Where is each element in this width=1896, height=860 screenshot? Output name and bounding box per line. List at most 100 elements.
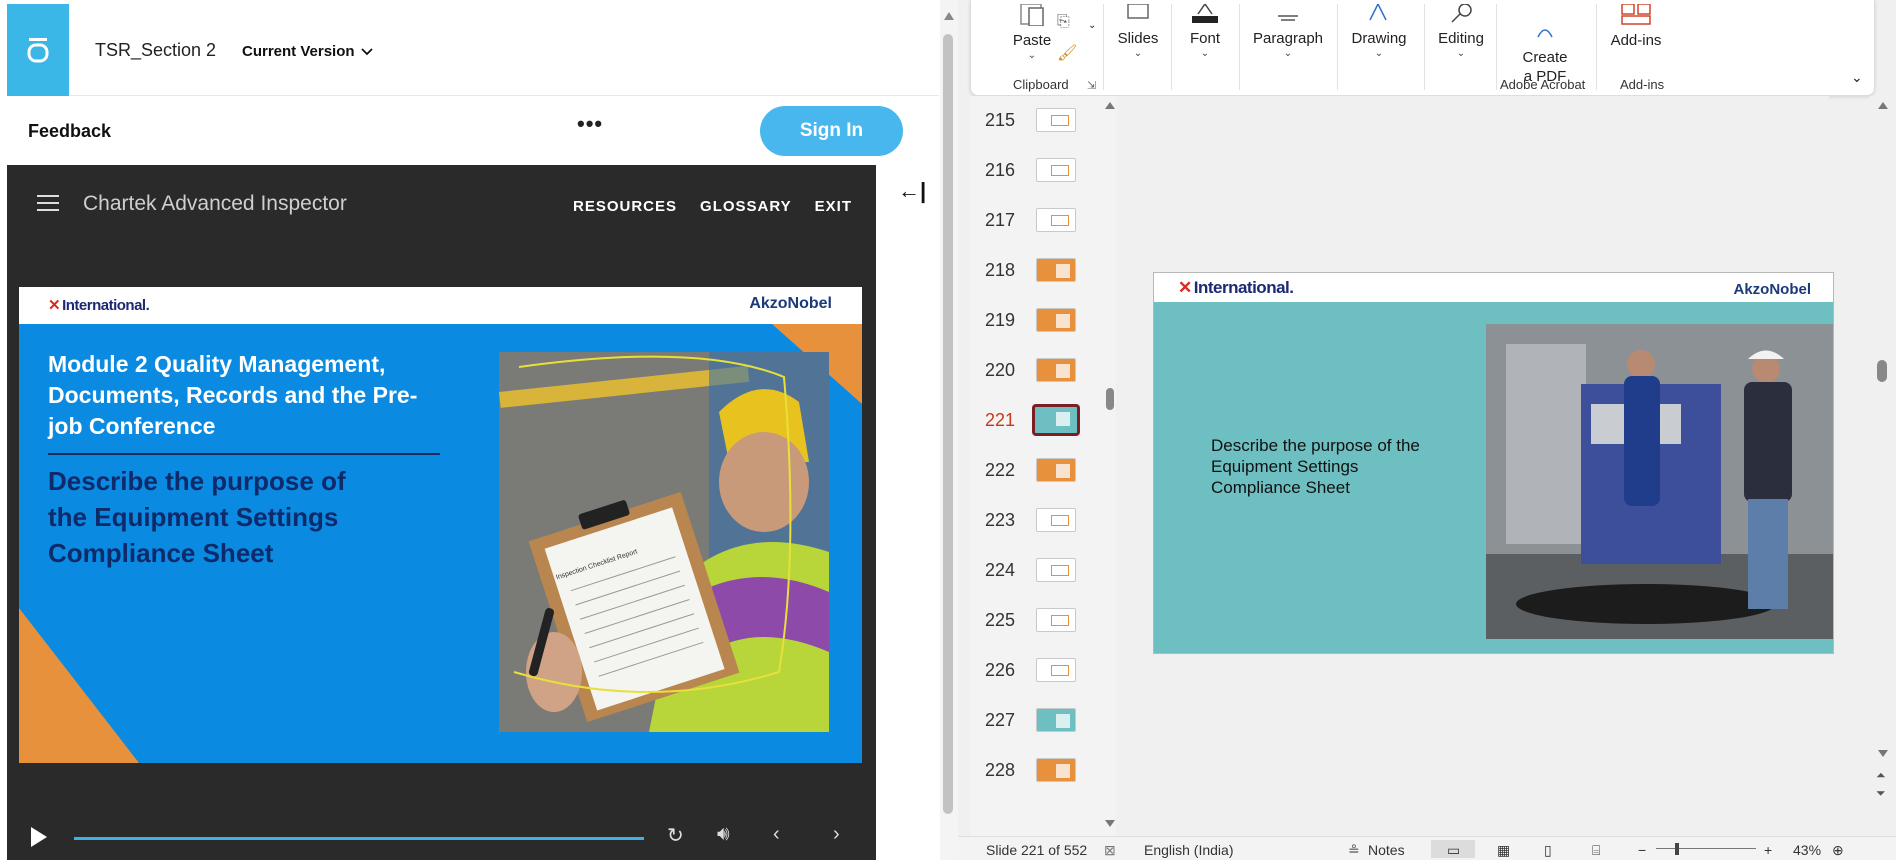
thumbnail-row[interactable]: 215 bbox=[970, 108, 1116, 158]
volume-icon[interactable]: 🔊︎ bbox=[717, 823, 730, 846]
slide-thumbnail[interactable] bbox=[1036, 558, 1076, 582]
resources-link[interactable]: RESOURCES bbox=[573, 198, 677, 215]
slide-thumbnail[interactable] bbox=[1036, 208, 1076, 232]
slides-button[interactable]: Slides ⌄ bbox=[1116, 3, 1160, 60]
thumbnail-row[interactable]: 225 bbox=[970, 608, 1116, 658]
thumbnail-row[interactable]: 217 bbox=[970, 208, 1116, 258]
slide-thumbnail[interactable] bbox=[1036, 108, 1076, 132]
slide-thumbnail[interactable] bbox=[1036, 308, 1076, 332]
adobe-acrobat-group-label: Adobe Acrobat bbox=[1500, 77, 1586, 92]
next-slide-icon[interactable]: ⏷ bbox=[1876, 786, 1886, 801]
ribbon-separator bbox=[1103, 4, 1104, 90]
scroll-up-icon[interactable] bbox=[944, 12, 954, 20]
slideshow-icon[interactable]: ⌸ bbox=[1592, 842, 1600, 859]
fit-to-window-icon[interactable]: ⊕ bbox=[1832, 842, 1844, 859]
play-icon[interactable] bbox=[31, 827, 47, 847]
slide-heading: Module 2 Quality Management, Documents, … bbox=[48, 351, 418, 439]
slide-thumbnail[interactable] bbox=[1032, 404, 1080, 436]
scroll-down-icon[interactable] bbox=[1878, 750, 1888, 757]
slide-thumbnail[interactable] bbox=[1036, 358, 1076, 382]
paste-button[interactable]: Paste ⌄ bbox=[1009, 3, 1055, 62]
slide-number: 221 bbox=[985, 410, 1016, 430]
next-icon[interactable]: › bbox=[833, 823, 840, 846]
thumbnail-content bbox=[1051, 665, 1069, 676]
thumbnail-row[interactable]: 226 bbox=[970, 658, 1116, 708]
menu-icon[interactable] bbox=[37, 195, 59, 211]
thumbnail-row[interactable]: 221 bbox=[970, 404, 1116, 458]
slides-label: Slides bbox=[1117, 30, 1159, 47]
slide-thumbnail[interactable] bbox=[1036, 158, 1076, 182]
scroll-up-icon[interactable] bbox=[1878, 102, 1888, 109]
thumbnail-row[interactable]: 228 bbox=[970, 758, 1116, 808]
collapse-panel-icon[interactable]: ←| bbox=[898, 178, 926, 204]
slide-sorter-icon[interactable]: ▦ bbox=[1497, 842, 1510, 859]
scrollbar-thumb[interactable] bbox=[1106, 388, 1114, 410]
zoom-in-icon[interactable]: + bbox=[1764, 842, 1772, 858]
thumbnail-row[interactable]: 219 bbox=[970, 308, 1116, 358]
thumbnail-content bbox=[1051, 565, 1069, 576]
editing-button[interactable]: Editing ⌄ bbox=[1433, 3, 1489, 60]
progress-bar[interactable] bbox=[74, 837, 644, 840]
glossary-link[interactable]: GLOSSARY bbox=[700, 198, 792, 215]
zoom-slider[interactable] bbox=[1656, 848, 1756, 849]
zoom-level[interactable]: 43% bbox=[1793, 842, 1821, 858]
slide-thumbnail[interactable] bbox=[1036, 258, 1076, 282]
replay-icon[interactable]: ↻ bbox=[667, 823, 684, 848]
chevron-down-icon[interactable]: ⌄ bbox=[1088, 16, 1096, 35]
more-options-button[interactable]: ••• bbox=[577, 111, 603, 137]
drawing-button[interactable]: Drawing ⌄ bbox=[1347, 2, 1411, 60]
previous-icon[interactable]: ‹ bbox=[773, 823, 780, 846]
slide-thumbnail[interactable] bbox=[1036, 658, 1076, 682]
scrollbar-thumb[interactable] bbox=[943, 34, 953, 814]
course-slide: ✕ International. AkzoNobel Module 2 Qual… bbox=[19, 287, 862, 763]
scroll-down-icon[interactable] bbox=[1105, 820, 1115, 827]
thumbnail-row[interactable]: 218 bbox=[970, 258, 1116, 308]
page-scrollbar[interactable] bbox=[940, 0, 958, 860]
chevron-down-icon: ⌄ bbox=[1456, 48, 1466, 59]
slide-thumbnail[interactable] bbox=[1036, 508, 1076, 532]
thumbnail-row[interactable]: 220 bbox=[970, 358, 1116, 408]
thumbnail-scrollbar[interactable] bbox=[1105, 96, 1115, 836]
thumbnail-content bbox=[1056, 412, 1070, 426]
collapse-ribbon-icon[interactable]: ⌄ bbox=[1851, 68, 1863, 87]
thumbnail-row[interactable]: 227 bbox=[970, 708, 1116, 758]
slide-subheading: Describe the purpose of the Equipment Se… bbox=[48, 466, 346, 568]
thumbnail-row[interactable]: 223 bbox=[970, 508, 1116, 558]
thumbnail-row[interactable]: 222 bbox=[970, 458, 1116, 508]
slide-body-text[interactable]: Describe the purpose of the Equipment Se… bbox=[1211, 435, 1451, 498]
font-button[interactable]: Font ⌄ bbox=[1184, 2, 1226, 60]
drawing-label: Drawing bbox=[1351, 30, 1407, 47]
slide-thumbnail[interactable] bbox=[1036, 608, 1076, 632]
add-ins-button[interactable]: Add-ins bbox=[1606, 3, 1666, 50]
language-indicator[interactable]: English (India) bbox=[1144, 842, 1234, 858]
slide-scrollbar[interactable]: ⏶ ⏷ bbox=[1870, 96, 1896, 836]
copy-icon[interactable]: ⎘ bbox=[1057, 12, 1070, 31]
version-dropdown[interactable]: Current Version bbox=[242, 43, 373, 60]
zoom-out-icon[interactable]: − bbox=[1638, 842, 1646, 858]
sign-in-button[interactable]: Sign In bbox=[760, 106, 903, 156]
reading-view-icon[interactable]: ▯ bbox=[1544, 842, 1552, 859]
current-slide[interactable]: ✕ International. AkzoNobel Describe the … bbox=[1153, 272, 1834, 654]
thumbnail-content bbox=[1056, 264, 1070, 278]
slide-thumbnail[interactable] bbox=[1036, 758, 1076, 782]
thumbnail-row[interactable]: 216 bbox=[970, 158, 1116, 208]
slide-thumbnail[interactable] bbox=[1036, 458, 1076, 482]
scrollbar-thumb[interactable] bbox=[1877, 360, 1887, 382]
scroll-up-icon[interactable] bbox=[1105, 102, 1115, 109]
zoom-slider-thumb[interactable] bbox=[1675, 843, 1679, 855]
exit-link[interactable]: EXIT bbox=[815, 198, 852, 215]
player-nav: RESOURCES GLOSSARY EXIT bbox=[573, 198, 852, 215]
slide-number: 219 bbox=[985, 310, 1016, 330]
notes-button[interactable]: Notes bbox=[1368, 842, 1405, 858]
notes-icon[interactable]: ≗ bbox=[1348, 842, 1360, 859]
previous-slide-icon[interactable]: ⏶ bbox=[1876, 768, 1886, 783]
accessibility-icon[interactable]: ⊠ bbox=[1104, 842, 1116, 859]
feedback-link[interactable]: Feedback bbox=[28, 121, 111, 142]
dialog-launcher-icon[interactable]: ⇲ bbox=[1087, 77, 1096, 96]
app-logo[interactable] bbox=[7, 4, 69, 96]
paragraph-button[interactable]: Paragraph ⌄ bbox=[1250, 4, 1326, 60]
format-painter-icon[interactable]: 🖌︎ bbox=[1057, 44, 1077, 63]
slide-number: 218 bbox=[985, 260, 1016, 280]
slide-thumbnail[interactable] bbox=[1036, 708, 1076, 732]
thumbnail-row[interactable]: 224 bbox=[970, 558, 1116, 608]
